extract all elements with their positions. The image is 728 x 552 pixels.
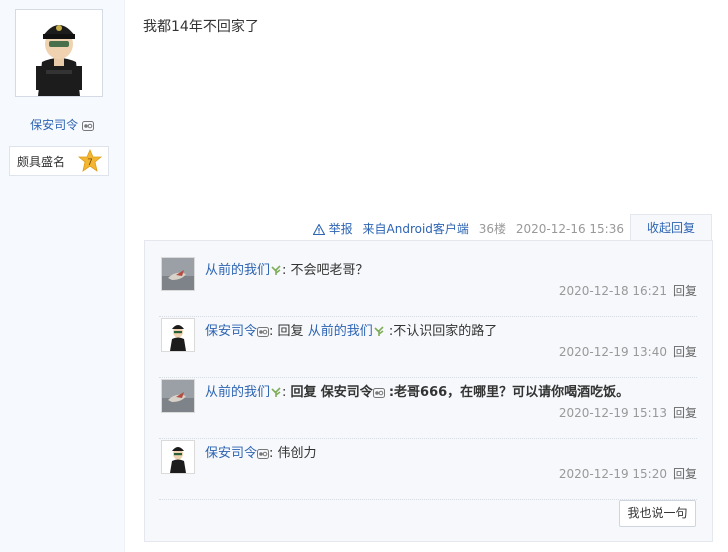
collapse-replies-button[interactable]: 收起回复 xyxy=(630,214,712,242)
post-tail: 举报 来自Android客户端 36楼 2020-12-16 15:36 xyxy=(312,220,624,237)
reply-text: 不会吧老哥？ xyxy=(290,263,369,278)
reply-time: 2020-12-19 15:20 xyxy=(558,467,667,481)
reply-meta: 2020-12-19 13:40 回复 xyxy=(559,343,697,360)
reply-time: 2020-12-18 16:21 xyxy=(558,284,667,298)
reply-meta: 2020-12-19 15:13 回复 xyxy=(559,404,697,421)
level-badge[interactable]: 颇具盛名 7 xyxy=(9,146,109,176)
list-item: 从前的我们: 不会吧老哥？ 2020-12-18 16:21 回复 xyxy=(159,255,697,317)
reply-text: 伟创力 xyxy=(277,446,317,461)
avatar[interactable] xyxy=(161,257,195,291)
police-avatar-icon xyxy=(162,319,194,351)
avatar[interactable] xyxy=(161,440,195,474)
reply-line: 从前的我们: 不会吧老哥？ xyxy=(205,263,369,278)
reply-target-username[interactable]: 保安司令 xyxy=(321,385,373,400)
add-reply-button[interactable]: 我也说一句 xyxy=(619,500,696,527)
reply-text: :老哥666，在哪里？可以请你喝酒吃饭。 xyxy=(388,385,630,400)
reply-username[interactable]: 从前的我们 xyxy=(205,385,270,400)
reply-line: 保安司令: 回复 从前的我们 :不认识回家的路了 xyxy=(205,324,498,339)
author-sidebar: 保安司令 颇具盛名 7 xyxy=(0,0,125,552)
leaf-badge-icon xyxy=(374,326,384,336)
level-title: 颇具盛名 xyxy=(17,155,66,169)
vip-icon xyxy=(257,327,270,337)
level-star-icon: 7 xyxy=(78,149,102,172)
sub-reply-panel: 从前的我们: 不会吧老哥？ 2020-12-18 16:21 回复 保安司令: 回… xyxy=(144,240,713,542)
bird-avatar-icon xyxy=(162,380,194,412)
reply-username[interactable]: 保安司令 xyxy=(205,446,257,461)
reply-button[interactable]: 回复 xyxy=(673,284,697,298)
reply-username[interactable]: 从前的我们 xyxy=(205,263,270,278)
avatar[interactable] xyxy=(161,379,195,413)
reply-text: :不认识回家的路了 xyxy=(388,324,498,339)
reply-time: 2020-12-19 13:40 xyxy=(558,345,667,359)
warning-icon xyxy=(312,224,325,235)
vip-icon xyxy=(81,121,94,131)
leaf-badge-icon xyxy=(271,265,281,275)
reply-button[interactable]: 回复 xyxy=(673,345,697,359)
leaf-badge-icon xyxy=(271,387,281,397)
floor-number: 36楼 xyxy=(478,222,507,236)
vip-icon xyxy=(257,449,270,459)
reply-target-username[interactable]: 从前的我们 xyxy=(308,324,373,339)
reply-line: 保安司令: 伟创力 xyxy=(205,446,317,461)
avatar[interactable] xyxy=(161,318,195,352)
police-avatar-icon xyxy=(162,441,194,473)
reply-button[interactable]: 回复 xyxy=(673,467,697,481)
post-content: 我都14年不回家了 xyxy=(143,19,259,35)
bird-avatar-icon xyxy=(162,258,194,290)
reply-meta: 2020-12-19 15:20 回复 xyxy=(559,465,697,482)
reply-time: 2020-12-19 15:13 xyxy=(558,406,667,420)
client-source: 来自Android客户端 xyxy=(362,222,469,236)
vip-icon xyxy=(372,388,385,398)
post-time: 2020-12-16 15:36 xyxy=(515,222,624,236)
reply-button[interactable]: 回复 xyxy=(673,406,697,420)
list-item: 保安司令: 伟创力 2020-12-19 15:20 回复 xyxy=(159,438,697,500)
police-avatar-icon xyxy=(16,10,102,96)
list-item: 从前的我们: 回复 保安司令 :老哥666，在哪里？可以请你喝酒吃饭。 2020… xyxy=(159,377,697,439)
reply-username[interactable]: 保安司令 xyxy=(205,324,257,339)
report-link[interactable]: 举报 xyxy=(312,222,357,236)
reply-meta: 2020-12-18 16:21 回复 xyxy=(559,282,697,299)
list-item: 保安司令: 回复 从前的我们 :不认识回家的路了 2020-12-19 13:4… xyxy=(159,316,697,378)
reply-line: 从前的我们: 回复 保安司令 :老哥666，在哪里？可以请你喝酒吃饭。 xyxy=(205,385,630,400)
level-number: 7 xyxy=(87,158,93,168)
poster-name-link[interactable]: 保安司令 xyxy=(0,116,124,133)
poster-avatar[interactable] xyxy=(15,9,103,97)
